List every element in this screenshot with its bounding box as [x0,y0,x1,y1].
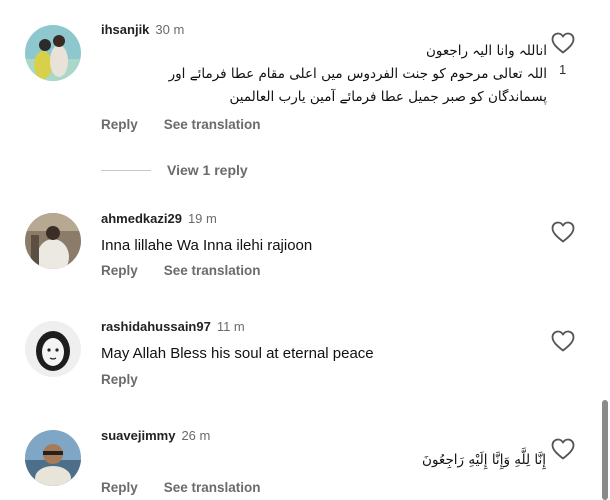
avatar[interactable] [25,321,81,377]
comment-username[interactable]: rashidahussain97 11 m [101,319,245,334]
comment-text: Inna lillahe Wa Inna ilehi rajioon [101,237,313,254]
comment-actions: Reply See translation [101,117,261,132]
username-text[interactable]: ahmedkazi29 [101,211,182,226]
comment-text: إِنَّا لِلَّهِ وَإِنَّا إِلَيْهِ رَاجِعُ… [422,452,546,468]
reply-button[interactable]: Reply [101,117,138,132]
comment-item: ihsanjik 30 m اناللہ وانا الیہ راجعون الل… [0,0,610,150]
comment-actions: Reply See translation [101,263,261,278]
comment-text-line: اناللہ وانا الیہ راجعون [426,43,547,59]
reply-button[interactable]: Reply [101,480,138,495]
username-text[interactable]: rashidahussain97 [101,319,211,334]
username-text[interactable]: ihsanjik [101,22,149,37]
comment-actions: Reply [101,372,138,387]
comment-item: rashidahussain97 11 m May Allah Bless his… [0,310,610,400]
username-text[interactable]: suavejimmy [101,428,175,443]
comment-username[interactable]: ihsanjik 30 m [101,22,184,37]
comment-text: May Allah Bless his soul at eternal peac… [101,345,374,362]
divider-line [101,170,151,171]
reply-button[interactable]: Reply [101,263,138,278]
see-translation-button[interactable]: See translation [164,480,261,495]
comment-time: 30 m [155,22,185,37]
comment-time: 11 m [216,319,245,334]
like-heart-icon[interactable] [551,438,575,460]
like-heart-icon[interactable] [551,221,575,243]
like-heart-icon[interactable] [551,330,575,352]
see-translation-button[interactable]: See translation [164,117,261,132]
like-heart-icon[interactable] [551,32,575,54]
like-count: 1 [559,62,567,77]
avatar[interactable] [25,25,81,81]
avatar[interactable] [25,430,81,486]
comment-text: اناللہ وانا الیہ راجعون اللہ تعالی مرحوم… [101,40,547,109]
comment-item: suavejimmy 26 m إِنَّا لِلَّهِ وَإِنَّا إ… [0,420,610,500]
comment-actions: Reply See translation [101,480,261,495]
see-translation-button[interactable]: See translation [164,263,261,278]
comment-text-line: پسماندگان کو صبر جمیل عطا فرمائے آمین یا… [229,89,547,105]
comment-username[interactable]: ahmedkazi29 19 m [101,211,217,226]
comment-time: 26 m [181,428,211,443]
comment-text-line: اللہ تعالی مرحوم کو جنت الفردوس میں اعلی… [168,66,547,82]
avatar[interactable] [25,213,81,269]
comment-username[interactable]: suavejimmy 26 m [101,428,210,443]
reply-button[interactable]: Reply [101,372,138,387]
comment-time: 19 m [187,211,217,226]
scrollbar[interactable] [602,400,608,500]
view-replies-button[interactable]: View 1 reply [167,162,248,178]
comment-item: ahmedkazi29 19 m Inna lillahe Wa Inna ile… [0,200,610,290]
